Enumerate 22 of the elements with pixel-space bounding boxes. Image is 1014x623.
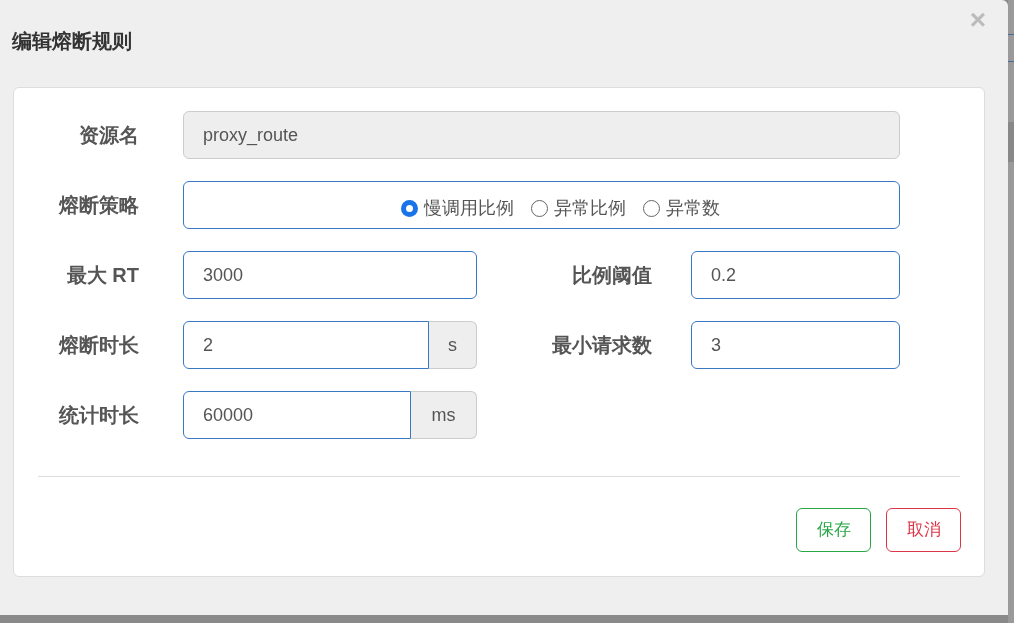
- radio-label[interactable]: 异常数: [666, 194, 720, 222]
- text-input[interactable]: 3: [691, 321, 900, 369]
- cancel-button[interactable]: 取消: [886, 508, 961, 552]
- radio-button[interactable]: [643, 199, 660, 217]
- radio-button[interactable]: [531, 199, 548, 217]
- unit-addon: ms: [411, 391, 477, 439]
- text-input[interactable]: 60000: [183, 391, 411, 439]
- field-label: 资源名: [78, 123, 139, 148]
- text-input[interactable]: 3000: [183, 251, 477, 299]
- dialog-title: 编辑熔断规则: [12, 29, 132, 54]
- text-input[interactable]: 2: [183, 321, 429, 369]
- radio-button[interactable]: [401, 199, 418, 217]
- radio-label[interactable]: 异常比例: [554, 194, 626, 222]
- field-label: 熔断策略: [57, 193, 139, 218]
- field-label: 统计时长: [57, 403, 139, 428]
- text-input[interactable]: 0.2: [691, 251, 900, 299]
- field-label: 熔断时长: [57, 333, 139, 358]
- field-label: 最小请求数: [551, 333, 652, 358]
- radio-label[interactable]: 慢调用比例: [424, 194, 514, 222]
- field-label: 比例阈值: [571, 263, 652, 288]
- field-label: 最大 RT: [65, 263, 139, 288]
- unit-addon: s: [429, 321, 477, 369]
